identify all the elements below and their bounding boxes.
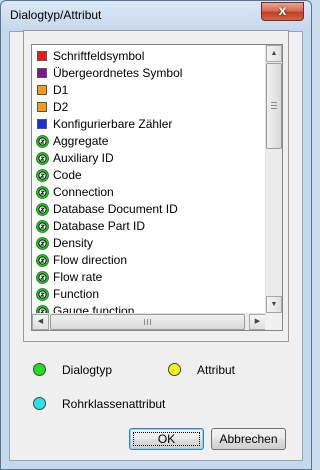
dialog-type-icon [36, 203, 49, 216]
list-item-label: D1 [53, 83, 69, 97]
dialog-type-icon [36, 152, 49, 165]
close-icon: x [278, 2, 287, 18]
scroll-up-arrow-icon[interactable]: ▲ [266, 45, 282, 62]
attribut-legend-label: Attribut [197, 363, 236, 377]
color-square-icon [37, 102, 47, 112]
dialogtyp-legend-label: Dialogtyp [62, 363, 113, 377]
list-item-label: Connection [53, 185, 114, 199]
list-item[interactable]: Code [34, 167, 266, 184]
horizontal-scrollbar[interactable]: ◀ ▶ [32, 313, 266, 330]
dialog-type-attribute-list[interactable]: Schriftfeldsymbol Übergeordnetes Symbol D1… [31, 44, 283, 331]
dialog-type-icon [36, 237, 49, 250]
rohrklassenattribut-legend-icon [33, 397, 46, 410]
dialog-type-icon [36, 186, 49, 199]
title-bar[interactable]: Dialogtyp/Attribut x [1, 1, 311, 31]
cancel-button[interactable]: Abbrechen [211, 428, 286, 450]
scroll-left-arrow-icon[interactable]: ◀ [32, 314, 49, 330]
vertical-scroll-thumb[interactable] [266, 63, 282, 149]
list-item[interactable]: Function [34, 286, 266, 303]
list-item[interactable]: Schriftfeldsymbol [34, 48, 266, 65]
list-item-label: Database Document ID [53, 202, 178, 216]
list-item[interactable]: D2 [34, 99, 266, 116]
ok-button[interactable]: OK [129, 428, 204, 450]
list-item-label: D2 [53, 100, 69, 114]
window-title: Dialogtyp/Attribut [10, 8, 102, 22]
list-item[interactable]: Flow rate [34, 269, 266, 286]
dialog-type-icon [36, 305, 49, 313]
list-item-label: Konfigurierbare Zähler [53, 117, 173, 131]
list-item-label: Code [53, 168, 82, 182]
dialog-type-icon [36, 254, 49, 267]
list-item[interactable]: Auxiliary ID [34, 150, 266, 167]
color-square-icon [37, 85, 47, 95]
list-item-label: Schriftfeldsymbol [53, 49, 145, 63]
list-item-label: Function [53, 287, 100, 301]
vertical-scrollbar[interactable]: ▲ ▼ [265, 45, 282, 313]
dialog-type-icon [36, 220, 49, 233]
list-item-label: Auxiliary ID [53, 151, 114, 165]
horizontal-scroll-thumb[interactable] [50, 314, 245, 330]
color-square-icon [37, 51, 47, 61]
list-item[interactable]: Aggregate [34, 133, 266, 150]
attribut-legend-icon [168, 363, 181, 376]
list-item-label: Database Part ID [53, 219, 146, 233]
list-item[interactable]: D1 [34, 82, 266, 99]
dialog-type-icon [36, 135, 49, 148]
scrollbar-corner [265, 313, 282, 330]
list-items-container: Schriftfeldsymbol Übergeordnetes Symbol D1… [32, 45, 266, 313]
list-item[interactable]: Übergeordnetes Symbol [34, 65, 266, 82]
cancel-button-label: Abbrechen [219, 432, 278, 446]
dialog-type-icon [36, 169, 49, 182]
list-item[interactable]: Database Part ID [34, 218, 266, 235]
close-button[interactable]: x [261, 2, 304, 21]
list-item[interactable]: Database Document ID [34, 201, 266, 218]
rohrklassenattribut-legend-label: Rohrklassenattribut [62, 397, 166, 411]
list-item-label: Flow direction [53, 253, 128, 267]
list-item[interactable]: Gauge function [34, 303, 266, 313]
list-item[interactable]: Flow direction [34, 252, 266, 269]
dialog-type-icon [36, 288, 49, 301]
list-item-label: Übergeordnetes Symbol [53, 66, 183, 80]
scroll-down-arrow-icon[interactable]: ▼ [266, 296, 282, 313]
list-item[interactable]: Connection [34, 184, 266, 201]
list-item-label: Flow rate [53, 270, 103, 284]
dialog-type-icon [36, 271, 49, 284]
list-item[interactable]: Density [34, 235, 266, 252]
dialogtyp-legend-icon [33, 363, 46, 376]
scroll-right-arrow-icon[interactable]: ▶ [249, 314, 266, 330]
list-item-label: Density [53, 236, 94, 250]
color-square-icon [37, 119, 47, 129]
color-square-icon [37, 68, 47, 78]
list-item-label: Gauge function [53, 304, 135, 313]
list-item[interactable]: Konfigurierbare Zähler [34, 116, 266, 133]
list-item-label: Aggregate [53, 134, 109, 148]
